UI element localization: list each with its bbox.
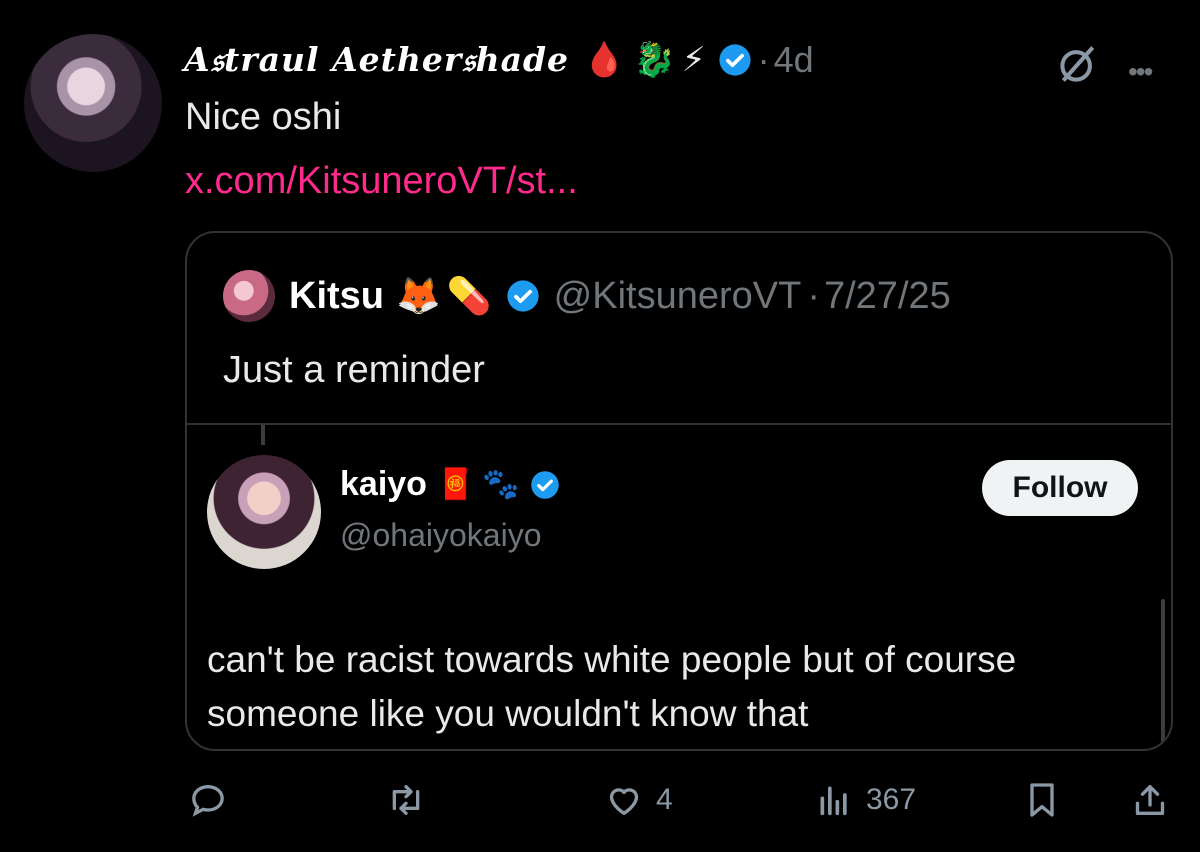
time-separator: · [757, 39, 770, 80]
retweet-icon [392, 785, 420, 815]
verified-badge-icon [719, 44, 751, 76]
embedded-author-handle[interactable]: @ohaiyokaiyo [340, 517, 541, 554]
quoted-author-handle[interactable]: @KitsuneroVT [554, 275, 802, 318]
embedded-name-emoji-envelope: 🧧 [436, 467, 475, 502]
embedded-author-avatar[interactable] [207, 455, 321, 569]
views-button[interactable]: 367 [814, 780, 916, 820]
views-icon [820, 786, 847, 816]
post-time[interactable]: 4d [774, 39, 814, 81]
verified-badge-icon [530, 470, 559, 499]
embedded-author-name[interactable]: kaiyo [340, 465, 427, 504]
thread-connector [261, 425, 265, 445]
like-button[interactable]: 4 [604, 780, 673, 820]
more-icon[interactable]: ••• [1128, 56, 1153, 88]
retweet-button[interactable] [386, 780, 426, 820]
quoted-post-card[interactable]: Kitsu 🦊 💊 @KitsuneroVT · 7/27/25 Just a … [185, 231, 1173, 751]
name-emoji-lightning: ⚡ [681, 40, 706, 80]
bookmark-button[interactable] [1022, 780, 1062, 820]
name-emoji-dragon: 🐉 [633, 40, 676, 80]
post-text: Nice oshi [185, 96, 342, 138]
reply-icon [192, 784, 224, 817]
post-link[interactable]: x.com/KitsuneroVT/st... [185, 160, 578, 203]
quoted-post-header: Kitsu 🦊 💊 @KitsuneroVT · 7/27/25 [223, 270, 951, 322]
grok-icon[interactable] [1056, 42, 1100, 86]
quoted-post-text: Just a reminder [223, 349, 485, 391]
embedded-post-text: can't be racist towards white people but… [207, 639, 1017, 734]
quoted-name-emoji-pill: 💊 [446, 276, 492, 317]
like-count: 4 [656, 783, 673, 816]
reply-button[interactable] [188, 780, 228, 820]
action-bar: 4 367 [0, 770, 1200, 834]
verified-badge-icon [507, 280, 539, 312]
quote-divider [187, 423, 1171, 425]
scrollbar[interactable] [1161, 599, 1165, 749]
quoted-author-avatar[interactable] [223, 270, 275, 322]
share-icon [1135, 785, 1165, 815]
name-emoji-blood: 🩸 [583, 40, 626, 80]
date-separator: · [807, 274, 820, 317]
bookmark-icon [1030, 783, 1054, 817]
quoted-post-date[interactable]: 7/27/25 [824, 275, 951, 318]
author-avatar[interactable] [24, 34, 162, 172]
view-count: 367 [866, 783, 917, 816]
follow-button[interactable]: Follow [982, 460, 1138, 516]
author-name[interactable]: A𝔰traul Aether𝔰hade [184, 40, 569, 80]
quoted-name-emoji-fox: 🦊 [396, 276, 441, 317]
author-row: A𝔰traul Aether𝔰hade 🩸 🐉 ⚡ · 4d [184, 30, 814, 90]
quoted-author-name[interactable]: Kitsu [289, 275, 384, 318]
embedded-name-emoji-paws: 🐾 [482, 467, 520, 502]
share-button[interactable] [1130, 780, 1170, 820]
embedded-author-row: kaiyo 🧧 🐾 [340, 465, 560, 504]
like-icon [609, 788, 639, 815]
